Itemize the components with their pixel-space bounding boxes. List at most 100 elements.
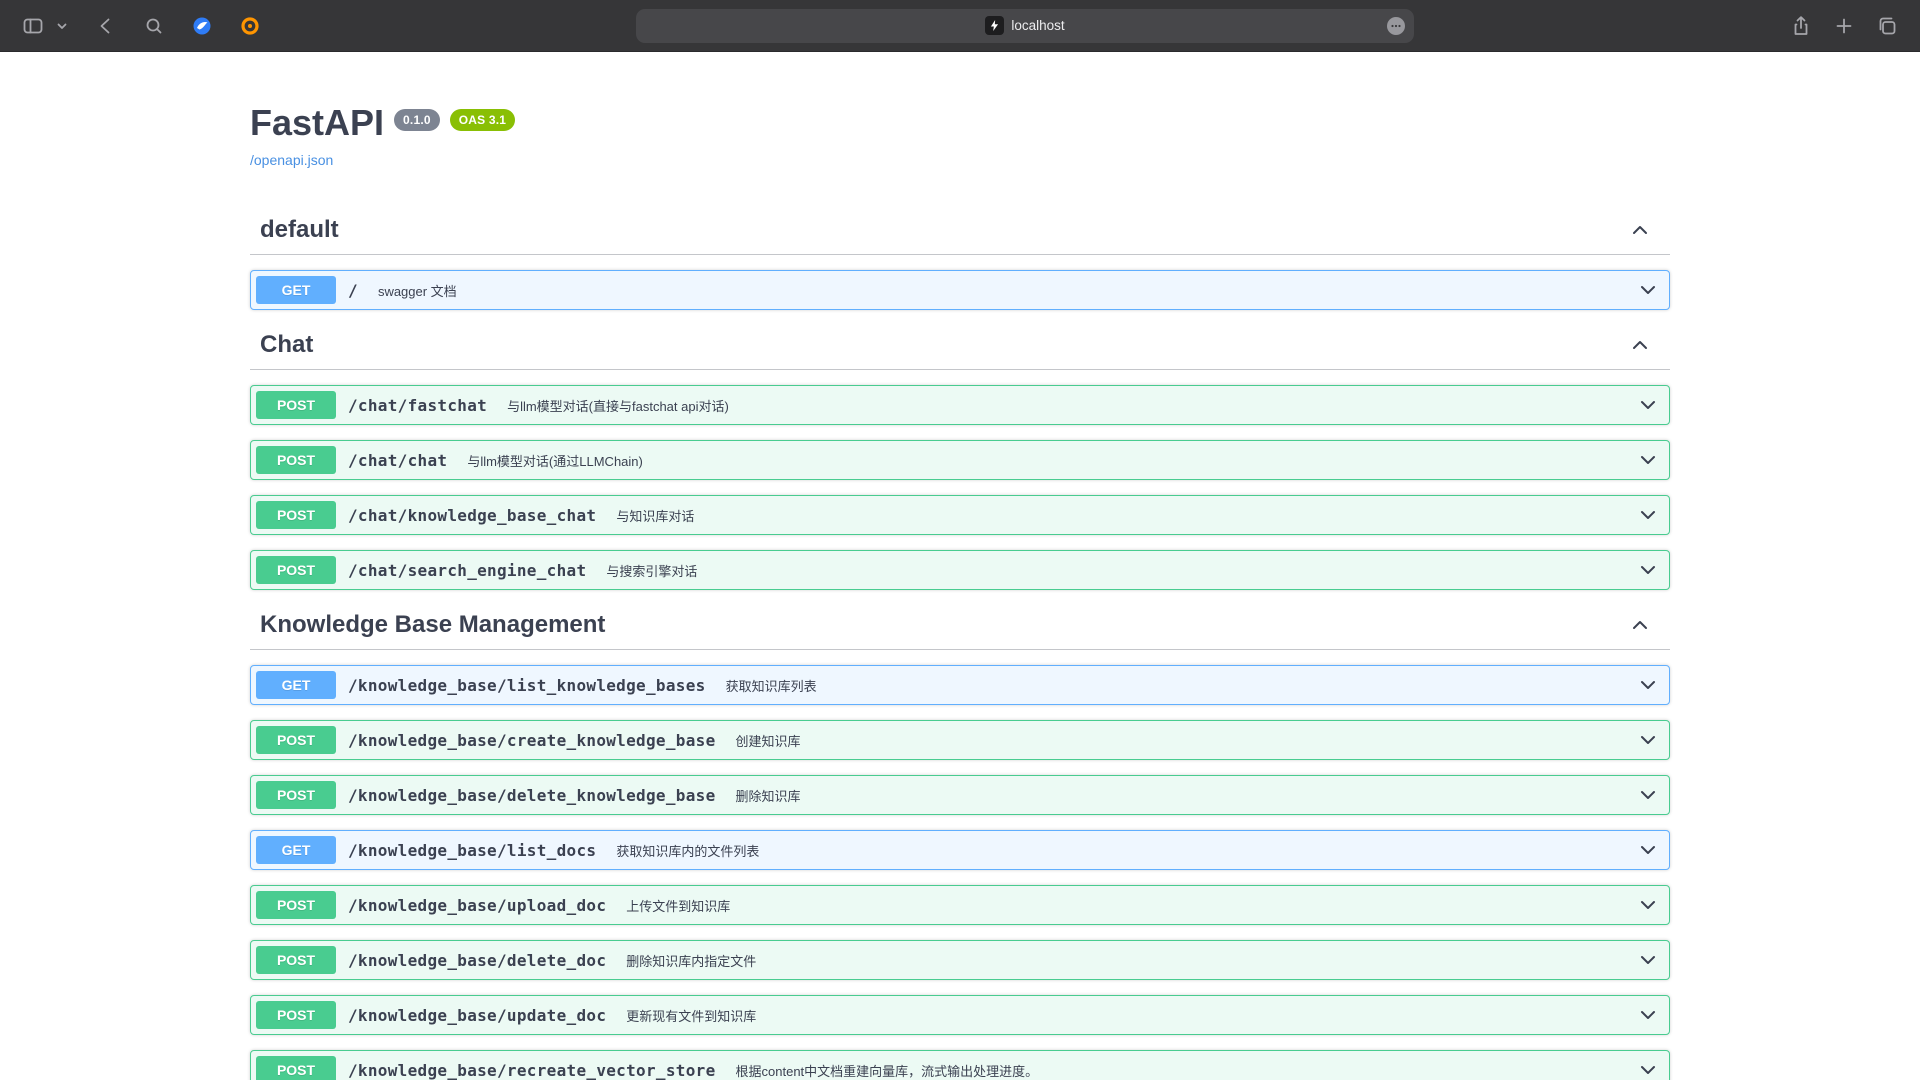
orange-extension-icon	[240, 16, 260, 36]
expand-operation-button[interactable]	[1638, 895, 1658, 915]
operation-row[interactable]: GET /knowledge_base/list_knowledge_bases…	[250, 665, 1670, 705]
operation-path: /chat/search_engine_chat	[336, 561, 598, 580]
operation-row[interactable]: POST /knowledge_base/recreate_vector_sto…	[250, 1050, 1670, 1080]
page-more-button[interactable]	[1387, 17, 1405, 35]
operation-row[interactable]: POST /knowledge_base/create_knowledge_ba…	[250, 720, 1670, 760]
browser-toolbar: localhost	[0, 0, 1920, 52]
operation-path: /knowledge_base/list_knowledge_bases	[336, 676, 718, 695]
expand-operation-button[interactable]	[1638, 730, 1658, 750]
operation-description: 删除知识库	[728, 786, 1638, 805]
operation-row[interactable]: POST /chat/chat 与llm模型对话(通过LLMChain)	[250, 440, 1670, 480]
operation-row[interactable]: POST /knowledge_base/delete_doc 删除知识库内指定…	[250, 940, 1670, 980]
chevron-down-icon	[1638, 1005, 1658, 1025]
chevron-down-icon	[1638, 560, 1658, 580]
openapi-spec-link[interactable]: /openapi.json	[250, 152, 333, 168]
operations-list: GET / swagger 文档	[250, 270, 1670, 310]
chevron-down-icon	[1638, 395, 1658, 415]
url-text: localhost	[1011, 18, 1064, 33]
operation-summary[interactable]: POST /chat/search_engine_chat 与搜索引擎对话	[251, 551, 1669, 589]
expand-operation-button[interactable]	[1638, 280, 1658, 300]
method-badge: POST	[256, 501, 336, 529]
api-sections: default GET / swagger 文档 Chat	[250, 210, 1670, 1080]
sidebar-dropdown-button[interactable]	[52, 16, 72, 36]
address-bar[interactable]: localhost	[636, 9, 1414, 43]
operation-summary[interactable]: POST /knowledge_base/delete_knowledge_ba…	[251, 776, 1669, 814]
method-badge: POST	[256, 1056, 336, 1080]
browser-window: localhost	[0, 0, 1920, 1080]
expand-operation-button[interactable]	[1638, 1005, 1658, 1025]
operation-summary[interactable]: GET / swagger 文档	[251, 271, 1669, 309]
operation-row[interactable]: POST /chat/search_engine_chat 与搜索引擎对话	[250, 550, 1670, 590]
operation-description: 上传文件到知识库	[618, 896, 1638, 915]
back-button[interactable]	[92, 12, 120, 40]
operation-description: swagger 文档	[370, 281, 1638, 300]
operation-summary[interactable]: GET /knowledge_base/list_docs 获取知识库内的文件列…	[251, 831, 1669, 869]
operation-path: /knowledge_base/list_docs	[336, 841, 608, 860]
operation-row[interactable]: POST /knowledge_base/update_doc 更新现有文件到知…	[250, 995, 1670, 1035]
expand-operation-button[interactable]	[1638, 505, 1658, 525]
collapse-section-icon[interactable]	[1630, 335, 1650, 355]
expand-operation-button[interactable]	[1638, 840, 1658, 860]
new-tab-button[interactable]	[1830, 12, 1858, 40]
operation-summary[interactable]: POST /chat/fastchat 与llm模型对话(直接与fastchat…	[251, 386, 1669, 424]
section-header[interactable]: default	[250, 210, 1670, 255]
tab-overview-icon	[1876, 15, 1898, 37]
method-badge: POST	[256, 556, 336, 584]
chevron-down-icon	[1638, 895, 1658, 915]
search-button[interactable]	[140, 12, 168, 40]
extension-button-orange[interactable]	[236, 12, 264, 40]
operation-row[interactable]: POST /chat/fastchat 与llm模型对话(直接与fastchat…	[250, 385, 1670, 425]
collapse-section-icon[interactable]	[1630, 615, 1650, 635]
blue-extension-icon	[192, 16, 212, 36]
operation-path: /	[336, 281, 370, 300]
operation-summary[interactable]: GET /knowledge_base/list_knowledge_bases…	[251, 666, 1669, 704]
api-section: Chat POST /chat/fastchat 与llm模型对话(直接与fas…	[250, 325, 1670, 590]
operation-summary[interactable]: POST /knowledge_base/delete_doc 删除知识库内指定…	[251, 941, 1669, 979]
section-title: Chat	[260, 331, 1630, 359]
operation-description: 获取知识库内的文件列表	[608, 841, 1638, 860]
section-header[interactable]: Chat	[250, 325, 1670, 370]
swagger-page: FastAPI 0.1.0 OAS 3.1 /openapi.json defa…	[250, 52, 1670, 1080]
operation-row[interactable]: POST /knowledge_base/delete_knowledge_ba…	[250, 775, 1670, 815]
back-arrow-icon	[96, 16, 116, 36]
operation-description: 更新现有文件到知识库	[618, 1006, 1638, 1025]
expand-operation-button[interactable]	[1638, 450, 1658, 470]
operation-summary[interactable]: POST /knowledge_base/upload_doc 上传文件到知识库	[251, 886, 1669, 924]
operation-description: 根据content中文档重建向量库，流式输出处理进度。	[728, 1061, 1638, 1080]
chevron-down-icon	[1638, 730, 1658, 750]
operation-path: /knowledge_base/delete_knowledge_base	[336, 786, 728, 805]
operations-list: GET /knowledge_base/list_knowledge_bases…	[250, 665, 1670, 1080]
sidebar-toggle-button[interactable]	[18, 11, 48, 41]
section-header[interactable]: Knowledge Base Management	[250, 605, 1670, 650]
operation-summary[interactable]: POST /chat/chat 与llm模型对话(通过LLMChain)	[251, 441, 1669, 479]
ellipsis-icon	[1390, 20, 1402, 32]
extension-button-blue[interactable]	[188, 12, 216, 40]
operation-summary[interactable]: POST /chat/knowledge_base_chat 与知识库对话	[251, 496, 1669, 534]
operation-summary[interactable]: POST /knowledge_base/recreate_vector_sto…	[251, 1051, 1669, 1080]
sidebar-icon	[22, 15, 44, 37]
share-icon	[1790, 15, 1812, 37]
operation-row[interactable]: POST /knowledge_base/upload_doc 上传文件到知识库	[250, 885, 1670, 925]
tab-overview-button[interactable]	[1872, 11, 1902, 41]
expand-operation-button[interactable]	[1638, 950, 1658, 970]
page-title: FastAPI 0.1.0 OAS 3.1	[250, 102, 1670, 144]
version-badge: 0.1.0	[394, 109, 440, 131]
operation-row[interactable]: POST /chat/knowledge_base_chat 与知识库对话	[250, 495, 1670, 535]
operation-row[interactable]: GET /knowledge_base/list_docs 获取知识库内的文件列…	[250, 830, 1670, 870]
expand-operation-button[interactable]	[1638, 675, 1658, 695]
operation-path: /knowledge_base/delete_doc	[336, 951, 618, 970]
operation-row[interactable]: GET / swagger 文档	[250, 270, 1670, 310]
method-badge: POST	[256, 391, 336, 419]
operation-summary[interactable]: POST /knowledge_base/create_knowledge_ba…	[251, 721, 1669, 759]
chevron-down-icon	[1638, 950, 1658, 970]
chevron-down-icon	[1638, 505, 1658, 525]
operation-summary[interactable]: POST /knowledge_base/update_doc 更新现有文件到知…	[251, 996, 1669, 1034]
expand-operation-button[interactable]	[1638, 785, 1658, 805]
share-button[interactable]	[1786, 11, 1816, 41]
operation-description: 与llm模型对话(直接与fastchat api对话)	[499, 396, 1638, 415]
expand-operation-button[interactable]	[1638, 1060, 1658, 1080]
method-badge: POST	[256, 946, 336, 974]
collapse-section-icon[interactable]	[1630, 220, 1650, 240]
expand-operation-button[interactable]	[1638, 560, 1658, 580]
expand-operation-button[interactable]	[1638, 395, 1658, 415]
